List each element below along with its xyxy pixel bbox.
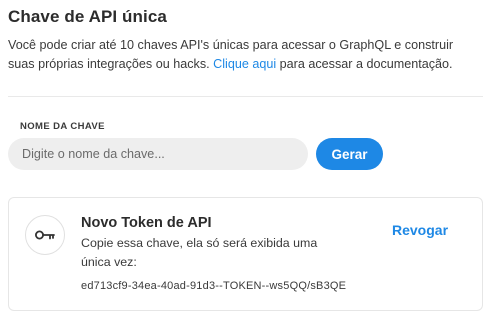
token-description: Copie essa chave, ela só será exibida um… [81, 236, 318, 269]
key-icon [25, 215, 65, 255]
divider [8, 96, 483, 97]
section-description: Você pode criar até 10 chaves API's únic… [8, 36, 483, 74]
documentation-link[interactable]: Clique aqui [213, 57, 276, 71]
key-name-label: NOME DA CHAVE [20, 121, 105, 132]
revoke-button[interactable]: Revogar [392, 222, 448, 238]
token-value[interactable]: ed713cf9-34ea-40ad-91d3--TOKEN--ws5QQ/sB… [81, 280, 346, 292]
token-card: Novo Token de API Copie essa chave, ela … [8, 197, 483, 311]
key-name-input[interactable] [8, 138, 308, 170]
page-title: Chave de API única [8, 7, 167, 26]
generate-button[interactable]: Gerar [316, 138, 383, 170]
description-text-end: para acessar a documentação. [276, 57, 453, 71]
token-title: Novo Token de API [81, 215, 212, 231]
